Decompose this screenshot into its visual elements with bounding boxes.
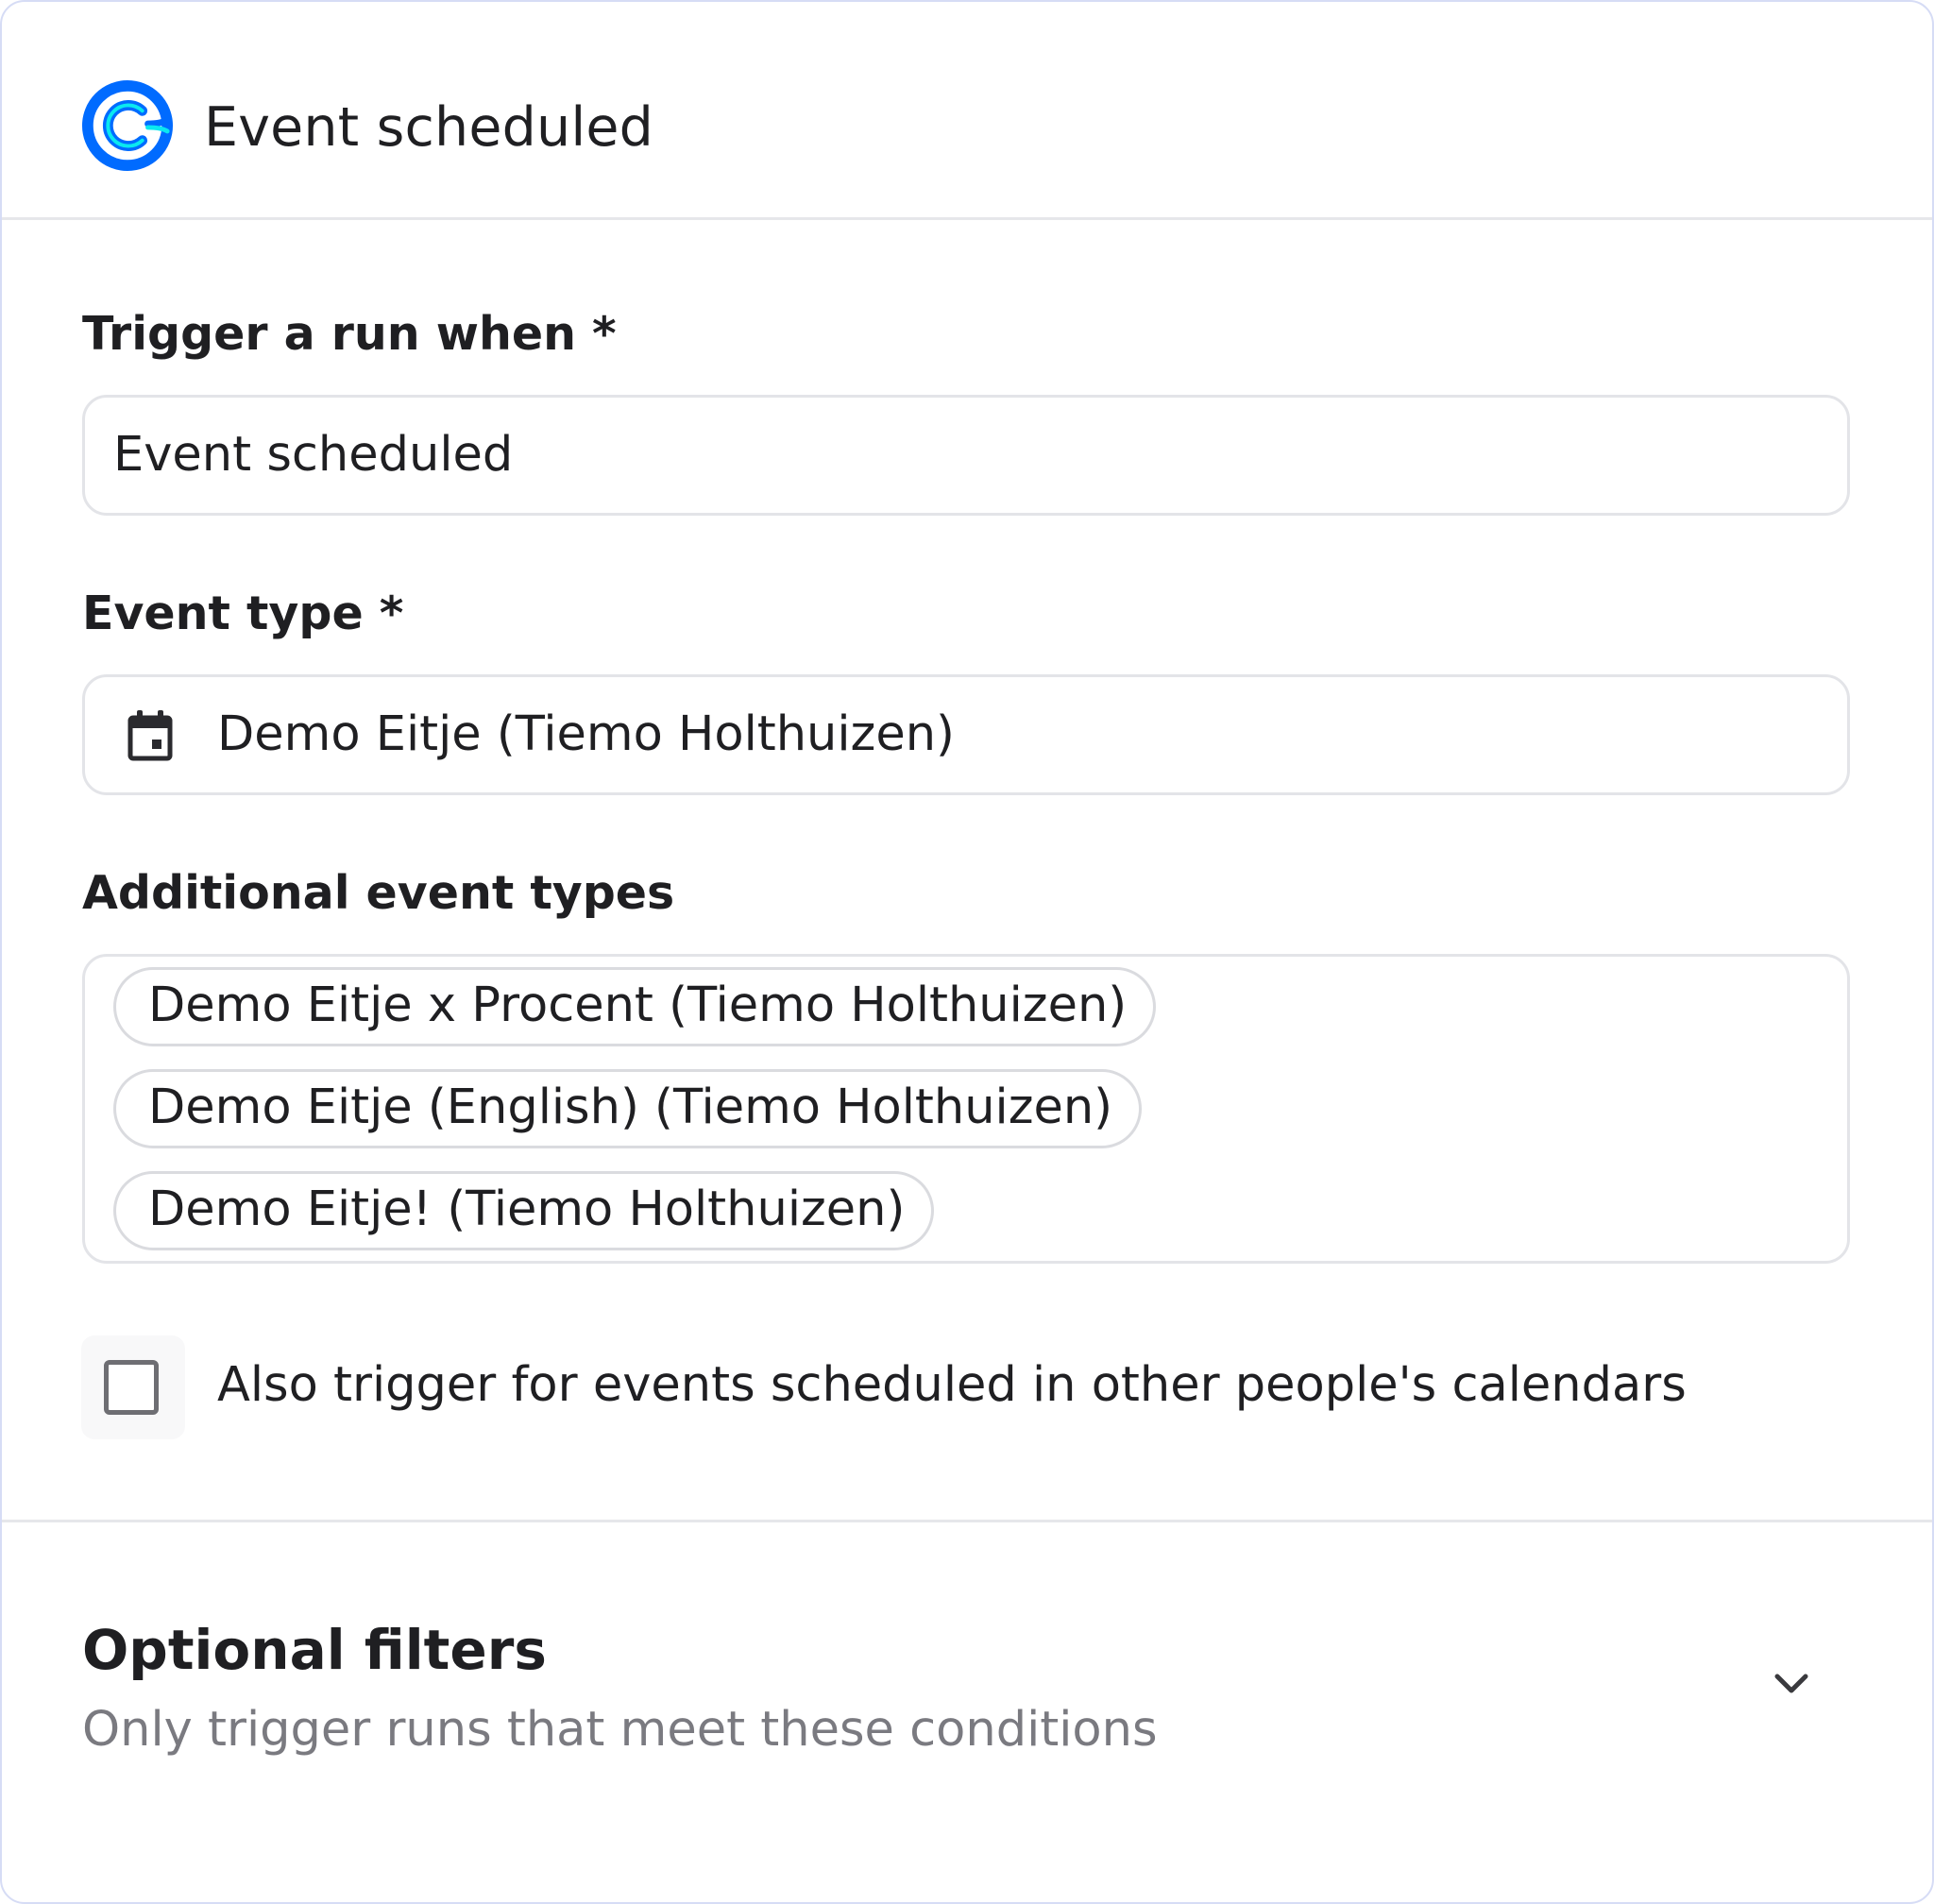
event-type-value: Demo Eitje (Tiemo Holthuizen): [217, 706, 955, 762]
additional-event-types-field[interactable]: Demo Eitje x Procent (Tiemo Holthuizen) …: [82, 954, 1850, 1264]
event-type-chip[interactable]: Demo Eitje (English) (Tiemo Holthuizen): [113, 1069, 1143, 1148]
trigger-label: Trigger a run when *: [82, 307, 617, 361]
optional-filters-title[interactable]: Optional filters: [82, 1617, 547, 1683]
other-calendars-checkbox-area[interactable]: [81, 1335, 185, 1439]
trigger-value: Event scheduled: [113, 427, 514, 483]
panel-title: Event scheduled: [204, 96, 654, 159]
event-type-chip[interactable]: Demo Eitje! (Tiemo Holthuizen): [113, 1171, 935, 1250]
chevron-down-icon[interactable]: [1768, 1660, 1815, 1708]
calendly-icon: [81, 79, 174, 172]
optional-filters-subtitle: Only trigger runs that meet these condit…: [82, 1702, 1158, 1758]
event-type-label: Event type *: [82, 586, 404, 640]
additional-event-types-label: Additional event types: [82, 866, 675, 920]
trigger-panel: Event scheduled Trigger a run when * Eve…: [0, 0, 1934, 1904]
calendar-icon: [127, 710, 173, 761]
section-divider: [2, 1520, 1932, 1522]
trigger-select[interactable]: Event scheduled: [82, 395, 1850, 516]
panel-header: Event scheduled: [2, 2, 1932, 220]
event-type-chip[interactable]: Demo Eitje x Procent (Tiemo Holthuizen): [113, 967, 1157, 1046]
event-type-select[interactable]: Demo Eitje (Tiemo Holthuizen): [82, 674, 1850, 795]
other-calendars-checkbox[interactable]: [104, 1360, 159, 1415]
other-calendars-label[interactable]: Also trigger for events scheduled in oth…: [217, 1356, 1687, 1415]
